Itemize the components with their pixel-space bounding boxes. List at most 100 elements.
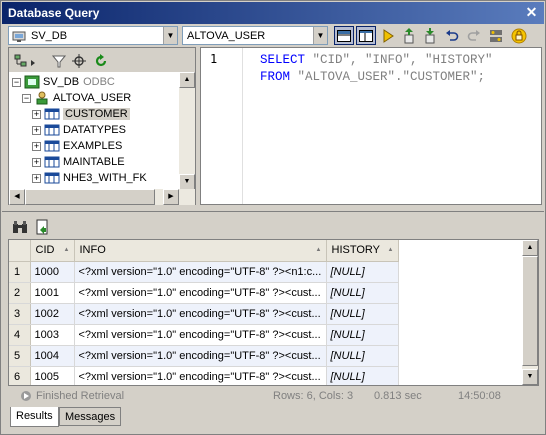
undo-button[interactable] bbox=[442, 26, 462, 45]
scroll-left-icon[interactable]: ◀ bbox=[9, 189, 25, 205]
sort-icon[interactable]: ▲ bbox=[316, 247, 322, 253]
datasource-icon bbox=[24, 75, 40, 89]
table-row[interactable]: 2 1001 <?xml version="1.0" encoding="UTF… bbox=[9, 282, 399, 304]
refresh-icon bbox=[95, 53, 107, 66]
pane-splitter[interactable] bbox=[2, 206, 544, 212]
tab-results[interactable]: Results bbox=[10, 407, 59, 427]
table-row[interactable]: 3 1002 <?xml version="1.0" encoding="UTF… bbox=[9, 303, 399, 325]
tree-horizontal-scrollbar[interactable]: ◀ ▶ bbox=[9, 189, 195, 205]
column-header-info[interactable]: INFO ▲ bbox=[74, 240, 327, 262]
tree-node-datasource[interactable]: − SV_DB ODBC bbox=[12, 74, 115, 90]
scroll-up-icon[interactable]: ▲ bbox=[179, 72, 195, 88]
export-results-button[interactable] bbox=[32, 217, 52, 236]
results-toolbar bbox=[8, 214, 540, 238]
locate-button[interactable] bbox=[69, 51, 89, 70]
sort-icon[interactable]: ▲ bbox=[64, 247, 70, 253]
cell-cid[interactable]: 1000 bbox=[30, 261, 75, 283]
line-number: 1 bbox=[210, 52, 218, 66]
expand-icon[interactable]: + bbox=[32, 173, 41, 183]
table-icon bbox=[44, 172, 60, 184]
expand-icon[interactable]: + bbox=[32, 141, 41, 151]
database-browser: − SV_DB ODBC − ALTOVA_USER + CUSTOMER + … bbox=[8, 47, 196, 205]
cell-info[interactable]: <?xml version="1.0" encoding="UTF-8" ?><… bbox=[74, 324, 327, 346]
scroll-up-icon[interactable]: ▲ bbox=[522, 240, 538, 256]
close-icon[interactable]: ✕ bbox=[524, 5, 539, 20]
tree-vertical-scrollbar[interactable]: ▲ ▼ bbox=[179, 72, 195, 190]
redo-button[interactable] bbox=[464, 26, 484, 45]
column-label: CID bbox=[35, 244, 55, 257]
cell-info[interactable]: <?xml version="1.0" encoding="UTF-8" ?><… bbox=[74, 282, 327, 304]
browser-toolbar bbox=[9, 48, 195, 72]
cell-history[interactable]: [NULL] bbox=[326, 324, 399, 346]
sql-text[interactable]: SELECT "CID", "INFO", "HISTORY" FROM "AL… bbox=[260, 52, 493, 86]
scroll-right-icon[interactable]: ▶ bbox=[163, 189, 179, 205]
row-number-header bbox=[9, 240, 31, 262]
database-icon bbox=[12, 31, 26, 42]
row-number: 5 bbox=[9, 345, 31, 367]
layout-vertical-button[interactable] bbox=[356, 26, 376, 45]
expand-icon[interactable]: + bbox=[32, 109, 41, 119]
layout-horizontal-button[interactable] bbox=[334, 26, 354, 45]
cell-info[interactable]: <?xml version="1.0" encoding="UTF-8" ?><… bbox=[74, 345, 327, 367]
column-header-history[interactable]: HISTORY ▲ bbox=[326, 240, 399, 262]
cell-info[interactable]: <?xml version="1.0" encoding="UTF-8" ?><… bbox=[74, 366, 327, 385]
collapse-icon[interactable]: − bbox=[22, 93, 31, 103]
disconnect-button[interactable] bbox=[509, 26, 529, 45]
scroll-down-icon[interactable]: ▼ bbox=[522, 369, 538, 385]
expand-icon[interactable]: + bbox=[32, 125, 41, 135]
execute-icon bbox=[383, 28, 394, 43]
import-button[interactable] bbox=[399, 26, 419, 45]
scroll-thumb[interactable] bbox=[25, 189, 155, 205]
chevron-down-icon[interactable]: ▼ bbox=[163, 27, 177, 44]
table-row[interactable]: 5 1004 <?xml version="1.0" encoding="UTF… bbox=[9, 345, 399, 367]
filter-button[interactable] bbox=[49, 51, 69, 70]
database-query-window: Database Query ✕ SV_DB ▼ ALTOVA_USER ▼ −… bbox=[0, 0, 546, 435]
chevron-down-icon[interactable]: ▼ bbox=[313, 27, 327, 44]
datasource-dropdown[interactable]: SV_DB ▼ bbox=[8, 26, 178, 45]
grid-vertical-scrollbar[interactable]: ▲ ▼ bbox=[522, 240, 538, 385]
export-button[interactable] bbox=[420, 26, 440, 45]
sql-editor[interactable]: 1 SELECT "CID", "INFO", "HISTORY" FROM "… bbox=[200, 47, 542, 205]
add-datasource-button[interactable] bbox=[13, 51, 39, 70]
sql-columns: "CID", "INFO", "HISTORY" bbox=[312, 53, 493, 67]
cell-cid[interactable]: 1002 bbox=[30, 303, 75, 325]
table-name: EXAMPLES bbox=[63, 140, 123, 152]
tree-node-schema[interactable]: − ALTOVA_USER bbox=[22, 90, 131, 106]
cell-info[interactable]: <?xml version="1.0" encoding="UTF-8" ?><… bbox=[74, 261, 327, 283]
tree-node-table[interactable]: + EXAMPLES bbox=[32, 138, 122, 154]
column-header-cid[interactable]: CID ▲ bbox=[30, 240, 75, 262]
cell-history[interactable]: [NULL] bbox=[326, 366, 399, 385]
row-number: 3 bbox=[9, 303, 31, 325]
table-icon bbox=[44, 140, 60, 152]
cell-history[interactable]: [NULL] bbox=[326, 345, 399, 367]
user-schema-icon bbox=[36, 91, 48, 105]
cell-cid[interactable]: 1005 bbox=[30, 366, 75, 385]
scroll-down-icon[interactable]: ▼ bbox=[179, 174, 195, 190]
cell-info[interactable]: <?xml version="1.0" encoding="UTF-8" ?><… bbox=[74, 303, 327, 325]
tree-node-table[interactable]: + CUSTOMER bbox=[32, 106, 130, 122]
find-button[interactable] bbox=[10, 217, 30, 236]
tree-node-table[interactable]: + NHE3_WITH_FK bbox=[32, 170, 147, 186]
scroll-thumb[interactable] bbox=[522, 256, 538, 366]
tree-node-table[interactable]: + MAINTABLE bbox=[32, 154, 125, 170]
window-title: Database Query bbox=[8, 6, 100, 20]
cell-cid[interactable]: 1004 bbox=[30, 345, 75, 367]
refresh-button[interactable] bbox=[91, 51, 111, 70]
table-row[interactable]: 6 1005 <?xml version="1.0" encoding="UTF… bbox=[9, 366, 399, 385]
tree-node-table[interactable]: + DATATYPES bbox=[32, 122, 126, 138]
cell-cid[interactable]: 1003 bbox=[30, 324, 75, 346]
sort-icon[interactable]: ▲ bbox=[388, 247, 394, 253]
cell-history[interactable]: [NULL] bbox=[326, 261, 399, 283]
cell-history[interactable]: [NULL] bbox=[326, 282, 399, 304]
collapse-icon[interactable]: − bbox=[12, 77, 21, 87]
cell-history[interactable]: [NULL] bbox=[326, 303, 399, 325]
options-button[interactable] bbox=[486, 26, 506, 45]
tab-messages[interactable]: Messages bbox=[59, 407, 122, 426]
table-row[interactable]: 4 1003 <?xml version="1.0" encoding="UTF… bbox=[9, 324, 399, 346]
table-row[interactable]: 1 1000 <?xml version="1.0" encoding="UTF… bbox=[9, 261, 399, 283]
expand-icon[interactable]: + bbox=[32, 157, 41, 167]
schema-dropdown[interactable]: ALTOVA_USER ▼ bbox=[182, 26, 328, 45]
execute-button[interactable] bbox=[378, 26, 398, 45]
cell-cid[interactable]: 1001 bbox=[30, 282, 75, 304]
schema-tree: − SV_DB ODBC − ALTOVA_USER + CUSTOMER + … bbox=[9, 72, 179, 192]
